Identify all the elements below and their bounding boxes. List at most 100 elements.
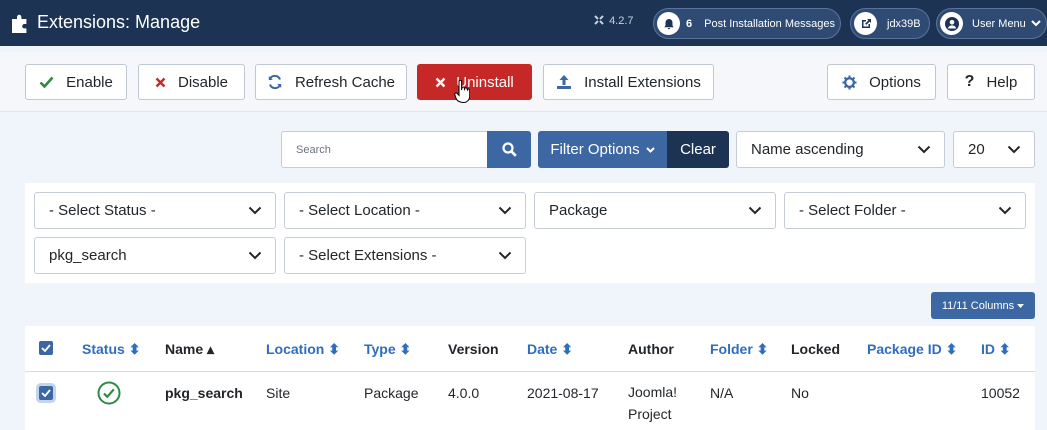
extensions-table: Status ⬍ Name ▴ Location ⬍ Type ⬍ Versio… — [25, 326, 1035, 430]
column-header-location[interactable]: Location ⬍ — [266, 341, 340, 358]
search-placeholder: Search — [296, 144, 331, 156]
sort-asc-icon: ▴ — [207, 341, 215, 357]
uninstall-button[interactable]: Uninstall — [417, 64, 532, 100]
extension-location: Site — [266, 385, 291, 401]
user-menu-label: User Menu — [972, 17, 1026, 30]
top-header: Extensions: Manage 4.2.7 6 Post Installa… — [0, 0, 1047, 46]
hand-cursor-icon — [454, 80, 470, 104]
ordering-select[interactable]: Name ascending — [736, 131, 945, 168]
extensions-filter-select[interactable]: - Select Extensions - — [284, 237, 526, 274]
joomla-icon — [594, 15, 604, 25]
extensions-filter-value: - Select Extensions - — [299, 247, 437, 264]
caret-down-icon — [645, 146, 655, 153]
extension-date: 2021-08-17 — [527, 385, 599, 401]
upload-icon — [556, 74, 572, 90]
published-status-icon[interactable] — [97, 381, 121, 405]
external-link-icon — [854, 12, 877, 35]
column-header-package-id[interactable]: Package ID ⬍ — [867, 341, 957, 358]
sort-icon: ⬍ — [328, 341, 340, 357]
check-icon — [39, 76, 54, 88]
install-extensions-label: Install Extensions — [584, 73, 701, 91]
extension-author: Joomla! Project — [628, 381, 677, 425]
bell-icon — [657, 12, 680, 35]
extension-id: 10052 — [981, 385, 1020, 401]
column-header-name-label: Name — [165, 341, 204, 357]
core-filter-value: pkg_search — [49, 247, 127, 264]
extension-folder: N/A — [710, 385, 734, 401]
column-header-date[interactable]: Date ⬍ — [527, 341, 573, 358]
version-label: 4.2.7 — [594, 15, 634, 27]
times-icon — [155, 77, 166, 88]
status-filter-value: - Select Status - — [49, 202, 156, 219]
search-button[interactable] — [487, 131, 531, 168]
type-filter-select[interactable]: Package — [534, 192, 776, 229]
question-icon: ? — [964, 73, 975, 90]
chevron-down-icon — [485, 238, 525, 273]
extension-author-line2: Project — [628, 406, 672, 422]
user-menu-button[interactable]: User Menu — [936, 8, 1047, 39]
filter-options-label: Filter Options — [550, 141, 640, 158]
sort-icon: ⬍ — [945, 341, 958, 357]
chevron-down-icon — [1031, 20, 1041, 27]
columns-toggle-label: 11/11 Columns — [941, 299, 1015, 312]
clear-button[interactable]: Clear — [667, 131, 729, 168]
chevron-down-icon — [485, 193, 525, 228]
location-filter-value: - Select Location - — [299, 202, 420, 219]
check-icon — [41, 389, 51, 397]
column-header-package-id-label: Package ID — [867, 341, 942, 357]
column-header-name[interactable]: Name ▴ — [165, 341, 214, 358]
chevron-down-icon — [904, 132, 944, 167]
select-all-checkbox[interactable] — [39, 341, 53, 355]
site-link-button[interactable]: jdx39B — [850, 8, 930, 39]
search-input[interactable]: Search — [281, 131, 487, 168]
options-button[interactable]: Options — [827, 64, 936, 100]
column-header-folder[interactable]: Folder ⬍ — [710, 341, 768, 358]
column-header-date-label: Date — [527, 341, 558, 357]
help-button[interactable]: ? Help — [947, 64, 1035, 100]
chevron-down-icon — [735, 193, 775, 228]
extension-locked: No — [791, 385, 809, 401]
disable-button[interactable]: Disable — [138, 64, 245, 100]
caret-down-icon — [1017, 303, 1025, 308]
columns-toggle-button[interactable]: 11/11 Columns — [931, 292, 1035, 319]
location-filter-select[interactable]: - Select Location - — [284, 192, 526, 229]
core-filter-select[interactable]: pkg_search — [34, 237, 276, 274]
column-header-author: Author — [628, 341, 674, 357]
column-header-id-label: ID — [981, 341, 995, 357]
puzzle-icon — [12, 14, 27, 33]
column-header-type-label: Type — [364, 341, 396, 357]
filter-options-button[interactable]: Filter Options — [538, 131, 667, 168]
sort-icon: ⬍ — [128, 341, 141, 357]
chevron-down-icon — [235, 193, 275, 228]
chevron-down-icon — [985, 193, 1025, 228]
extension-version: 4.0.0 — [448, 385, 480, 401]
sort-icon: ⬍ — [561, 341, 573, 357]
refresh-cache-label: Refresh Cache — [294, 73, 396, 91]
column-header-version: Version — [448, 341, 499, 357]
disable-label: Disable — [177, 73, 229, 91]
enable-button[interactable]: Enable — [25, 64, 127, 100]
status-filter-select[interactable]: - Select Status - — [34, 192, 276, 229]
column-header-type[interactable]: Type ⬍ — [364, 341, 411, 358]
ordering-value: Name ascending — [751, 141, 864, 158]
install-extensions-button[interactable]: Install Extensions — [543, 64, 714, 100]
post-installation-label: Post Installation Messages — [704, 17, 835, 30]
type-filter-value: Package — [549, 202, 608, 219]
refresh-cache-button[interactable]: Refresh Cache — [255, 64, 407, 100]
column-header-id[interactable]: ID ⬍ — [981, 341, 1011, 358]
sort-icon: ⬍ — [756, 341, 769, 357]
column-header-status[interactable]: Status ⬍ — [82, 341, 140, 358]
chevron-down-icon — [235, 238, 275, 273]
times-icon — [435, 77, 446, 88]
extension-author-line1: Joomla! — [628, 384, 678, 400]
search-icon — [501, 142, 517, 157]
folder-filter-select[interactable]: - Select Folder - — [784, 192, 1026, 229]
enable-label: Enable — [66, 73, 113, 91]
column-header-location-label: Location — [266, 341, 325, 357]
column-header-folder-label: Folder — [710, 341, 753, 357]
post-installation-messages-button[interactable]: 6 Post Installation Messages — [653, 8, 841, 39]
column-header-status-label: Status — [82, 341, 125, 357]
clear-label: Clear — [680, 141, 716, 158]
list-limit-select[interactable]: 20 — [953, 131, 1035, 168]
row-checkbox[interactable] — [39, 386, 53, 400]
